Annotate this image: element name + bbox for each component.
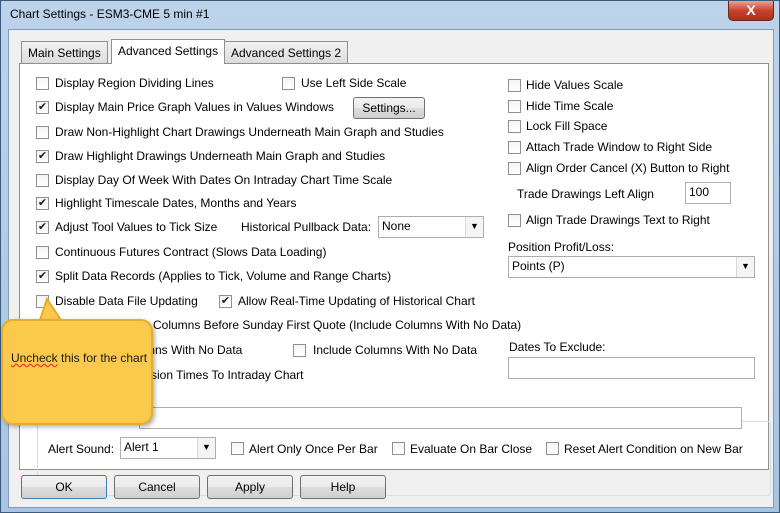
lock-fill-space-checkbox[interactable] (508, 120, 521, 133)
main-price-values-label: Display Main Price Graph Values in Value… (55, 100, 335, 114)
checkmark-icon: ✔ (37, 221, 48, 233)
cancel-button[interactable]: Cancel (114, 475, 200, 499)
columns-no-data-label: mns With No Data (145, 343, 243, 357)
annotation-callout: Uncheck this for the chart (1, 319, 153, 425)
trade-left-align-label: Trade Drawings Left Align (517, 187, 654, 201)
non-highlight-checkbox[interactable] (36, 126, 49, 139)
hide-values-scale-label: Hide Values Scale (526, 78, 624, 92)
session-times-label: ssion Times To Intraday Chart (145, 368, 304, 382)
day-of-week-checkbox[interactable] (36, 174, 49, 187)
callout-word: Uncheck (10, 351, 58, 365)
reset-alert-condition-label: Reset Alert Condition on New Bar (564, 442, 743, 456)
main-price-values-checkbox[interactable]: ✔ (36, 101, 49, 114)
chart-settings-window: Chart Settings - ESM3-CME 5 min #1 X Mai… (0, 0, 780, 513)
region-dividing-checkbox[interactable] (36, 77, 49, 90)
attach-trade-window-checkbox[interactable] (508, 141, 521, 154)
position-pl-label: Position Profit/Loss: (508, 240, 615, 254)
help-button[interactable]: Help (300, 475, 386, 499)
include-columns-label: Include Columns With No Data (313, 343, 478, 357)
alert-once-per-bar-checkbox[interactable] (231, 442, 244, 455)
close-button[interactable]: X (728, 1, 774, 21)
settings-button[interactable]: Settings... (353, 97, 425, 119)
alert-sound-label: Alert Sound: (48, 442, 115, 456)
title-bar[interactable]: Chart Settings - ESM3-CME 5 min #1 X (1, 1, 779, 28)
align-order-cancel-label: Align Order Cancel (X) Button to Right (526, 161, 730, 175)
checkmark-icon: ✔ (37, 150, 48, 162)
continuous-futures-checkbox[interactable] (36, 246, 49, 259)
dropdown-arrow-icon: ▼ (736, 257, 754, 277)
attach-trade-window-label: Attach Trade Window to Right Side (526, 140, 713, 154)
hide-values-scale-checkbox[interactable] (508, 79, 521, 92)
dropdown-arrow-icon: ▼ (197, 438, 215, 458)
pullback-select[interactable]: None ▼ (378, 216, 484, 238)
alert-once-per-bar-label: Alert Only Once Per Bar (249, 442, 378, 456)
highlight-drawings-checkbox[interactable]: ✔ (36, 150, 49, 163)
dates-exclude-input[interactable] (508, 357, 755, 379)
sunday-columns-label: Columns Before Sunday First Quote (Inclu… (153, 318, 522, 332)
hide-time-scale-label: Hide Time Scale (526, 99, 614, 113)
reset-alert-condition-checkbox[interactable] (546, 442, 559, 455)
continuous-futures-label: Continuous Futures Contract (Slows Data … (55, 245, 327, 259)
non-highlight-label: Draw Non-Highlight Chart Drawings Undern… (55, 125, 444, 139)
alert-sound-value: Alert 1 (124, 440, 159, 454)
region-dividing-label: Display Region Dividing Lines (55, 76, 214, 90)
adjust-tool-checkbox[interactable]: ✔ (36, 221, 49, 234)
position-pl-select[interactable]: Points (P) ▼ (508, 256, 755, 278)
align-trade-text-checkbox[interactable] (508, 214, 521, 227)
align-order-cancel-checkbox[interactable] (508, 162, 521, 175)
alert-condition-input[interactable] (139, 407, 742, 429)
position-pl-value: Points (P) (512, 259, 565, 273)
checkmark-icon: ✔ (37, 270, 48, 282)
hide-time-scale-checkbox[interactable] (508, 100, 521, 113)
checkmark-icon: ✔ (220, 295, 231, 307)
highlight-timescale-label: Highlight Timescale Dates, Months and Ye… (55, 196, 297, 210)
left-side-scale-label: Use Left Side Scale (301, 76, 407, 90)
alert-sound-select[interactable]: Alert 1 ▼ (120, 437, 216, 459)
tab-advanced-settings[interactable]: Advanced Settings (111, 39, 226, 64)
highlight-drawings-label: Draw Highlight Drawings Underneath Main … (55, 149, 386, 163)
left-side-scale-checkbox[interactable] (282, 77, 295, 90)
dates-exclude-label: Dates To Exclude: (509, 340, 606, 354)
callout-rest: this for the chart (60, 351, 148, 365)
ok-button[interactable]: OK (21, 475, 107, 499)
align-trade-text-label: Align Trade Drawings Text to Right (526, 213, 710, 227)
highlight-timescale-checkbox[interactable]: ✔ (36, 197, 49, 210)
apply-button[interactable]: Apply (207, 475, 293, 499)
tab-main-settings[interactable]: Main Settings (21, 41, 108, 63)
pullback-value: None (382, 219, 411, 233)
dropdown-arrow-icon: ▼ (465, 217, 483, 237)
split-records-checkbox[interactable]: ✔ (36, 270, 49, 283)
lock-fill-space-label: Lock Fill Space (526, 119, 608, 133)
adjust-tool-label: Adjust Tool Values to Tick Size (55, 220, 218, 234)
callout-text: Uncheck this for the chart (9, 351, 149, 366)
dialog-client-area: Main Settings Advanced Settings Advanced… (8, 29, 774, 508)
pullback-label: Historical Pullback Data: (241, 220, 372, 234)
window-title: Chart Settings - ESM3-CME 5 min #1 (10, 7, 210, 21)
tab-advanced-settings-2[interactable]: Advanced Settings 2 (224, 41, 349, 63)
trade-left-align-input[interactable]: 100 (685, 182, 731, 204)
include-columns-checkbox[interactable] (293, 344, 306, 357)
split-records-label: Split Data Records (Applies to Tick, Vol… (55, 269, 392, 283)
evaluate-bar-close-label: Evaluate On Bar Close (410, 442, 533, 456)
checkmark-icon: ✔ (37, 101, 48, 113)
realtime-updating-checkbox[interactable]: ✔ (219, 295, 232, 308)
day-of-week-label: Display Day Of Week With Dates On Intrad… (55, 173, 393, 187)
realtime-updating-label: Allow Real-Time Updating of Historical C… (238, 294, 475, 308)
checkmark-icon: ✔ (37, 197, 48, 209)
evaluate-bar-close-checkbox[interactable] (392, 442, 405, 455)
